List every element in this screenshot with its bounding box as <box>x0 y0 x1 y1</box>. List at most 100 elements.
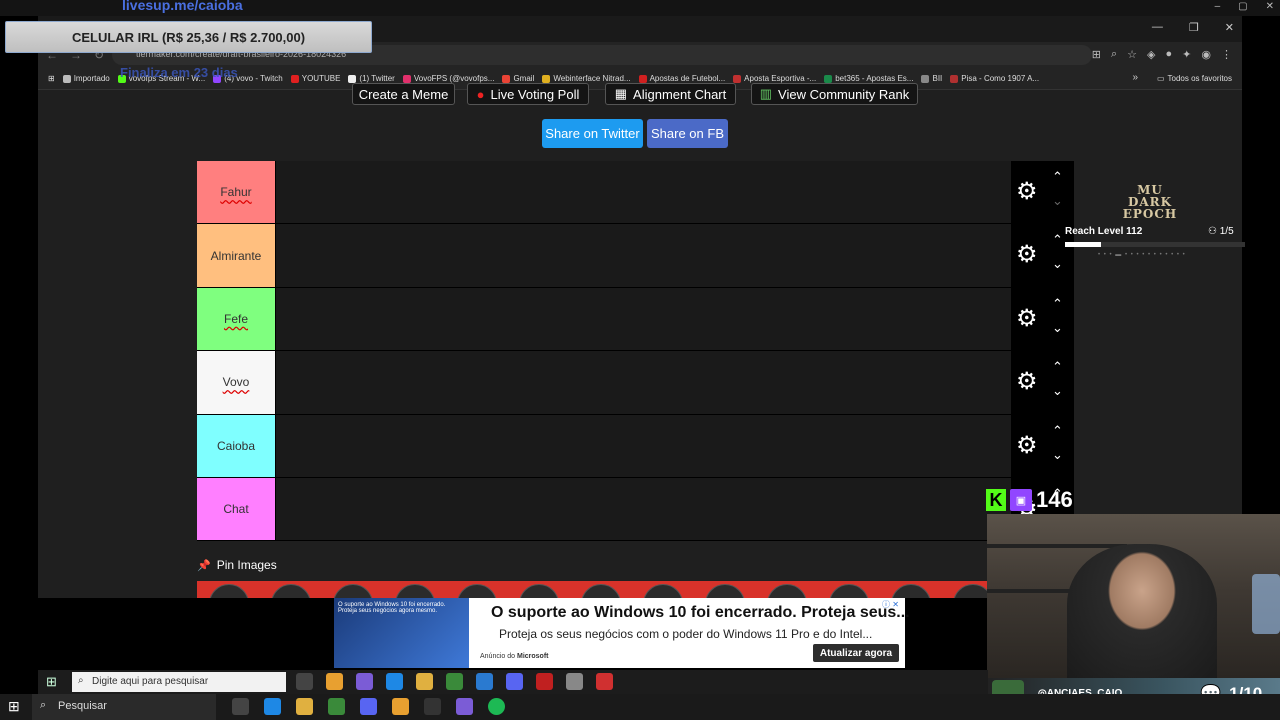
tier-drop-zone[interactable] <box>275 414 1011 477</box>
player-image[interactable] <box>395 584 435 598</box>
gear-icon[interactable]: ⚙ <box>1016 180 1038 204</box>
chevron-down-icon[interactable]: ⌄ <box>1052 256 1063 272</box>
player-image[interactable] <box>519 584 559 598</box>
player-image[interactable] <box>581 584 621 598</box>
bookmark-item[interactable]: Webinterface Nitrad... <box>542 74 631 83</box>
edge-icon[interactable] <box>386 673 403 690</box>
chevron-down-icon[interactable]: ⌄ <box>1052 193 1063 209</box>
chrome-icon[interactable] <box>392 698 409 715</box>
close-icon[interactable]: ✕ <box>1266 1 1274 12</box>
player-image[interactable] <box>705 584 745 598</box>
player-image[interactable] <box>829 584 869 598</box>
pin-images[interactable]: 📌 Pin Images <box>197 558 277 572</box>
minimize-icon[interactable]: — <box>1152 21 1163 34</box>
chevron-down-icon[interactable]: ⌄ <box>1052 383 1063 399</box>
task-view-icon[interactable] <box>296 673 313 690</box>
file-explorer-icon[interactable] <box>296 698 313 715</box>
player-image[interactable] <box>271 584 311 598</box>
tier-label[interactable]: Fefe <box>197 287 275 351</box>
puzzle-icon[interactable]: ✦ <box>1182 48 1191 61</box>
bookmark-item[interactable]: BII <box>921 74 942 83</box>
tier-label[interactable]: Chat <box>197 477 275 541</box>
copilot-icon[interactable] <box>356 673 373 690</box>
share-fb-button[interactable]: Share on FB <box>647 119 728 148</box>
tier-drop-zone[interactable] <box>275 477 1011 541</box>
gear-icon[interactable]: ⚙ <box>1016 370 1038 394</box>
windows-start-icon[interactable]: ⊞ <box>8 698 20 715</box>
windows-start-icon[interactable]: ⊞ <box>46 674 57 690</box>
community-rank-button[interactable]: ▥ View Community Rank <box>751 83 918 105</box>
task-view-icon[interactable] <box>232 698 249 715</box>
discord-icon[interactable] <box>506 673 523 690</box>
taskbar-search[interactable]: ⌕ Pesquisar <box>32 694 216 720</box>
maximize-icon[interactable]: ▢ <box>1238 1 1247 12</box>
extension-icon[interactable]: ● <box>1166 48 1173 61</box>
chevron-up-icon[interactable]: ⌃ <box>1052 232 1063 248</box>
player-image[interactable] <box>891 584 931 598</box>
minimize-icon[interactable]: – <box>1215 1 1221 12</box>
menu-icon[interactable]: ⋮ <box>1221 48 1232 61</box>
bookmark-item[interactable]: Gmail <box>502 74 534 83</box>
tier-drop-zone[interactable] <box>275 161 1011 224</box>
create-meme-button[interactable]: Create a Meme <box>352 83 455 105</box>
bookmark-item[interactable]: VovoFPS (@vovofps... <box>402 74 494 83</box>
bookmark-item[interactable]: (1) Twitter <box>348 74 395 83</box>
bookmark-item[interactable]: Apostas de Futebol... <box>638 74 725 83</box>
tier-drop-zone[interactable] <box>275 351 1011 414</box>
inner-search-box[interactable]: ⌕ Digite aqui para pesquisar <box>72 672 286 692</box>
bookmark-item[interactable]: YOUTUBE <box>290 74 340 83</box>
apps-icon[interactable]: ⊞ <box>48 74 55 83</box>
file-explorer-icon[interactable] <box>416 673 433 690</box>
extension-icon[interactable]: ◈ <box>1147 48 1155 61</box>
obs-icon[interactable] <box>424 698 441 715</box>
chevron-up-icon[interactable]: ⌃ <box>1052 423 1063 439</box>
chevron-down-icon[interactable]: ⌄ <box>1052 447 1063 463</box>
bookmark-item[interactable]: bet365 - Apostas Es... <box>824 74 913 83</box>
live-voting-button[interactable]: ● Live Voting Poll <box>467 83 589 105</box>
edge-icon[interactable] <box>264 698 281 715</box>
gear-icon[interactable]: ⚙ <box>1016 243 1038 267</box>
chevron-down-icon[interactable]: ⌄ <box>1052 320 1063 336</box>
store-icon[interactable] <box>328 698 345 715</box>
close-icon[interactable]: ✕ <box>1225 21 1234 34</box>
app-icon[interactable] <box>456 698 473 715</box>
store-icon[interactable] <box>446 673 463 690</box>
mail-icon[interactable] <box>476 673 493 690</box>
tier-drop-zone[interactable] <box>275 224 1011 287</box>
ad-cta-button[interactable]: Atualizar agora <box>813 644 899 662</box>
tier-label[interactable]: Caioba <box>197 414 275 477</box>
chrome-icon[interactable] <box>326 673 343 690</box>
discord-icon[interactable] <box>360 698 377 715</box>
app-icon[interactable] <box>596 673 613 690</box>
all-bookmarks[interactable]: ▭ Todos os favoritos <box>1157 74 1232 83</box>
ad-info-icon[interactable]: ⓘ ✕ <box>882 599 899 610</box>
bookmark-item[interactable]: Pisa - Como 1907 A... <box>950 74 1039 83</box>
star-icon[interactable]: ☆ <box>1127 48 1137 61</box>
restore-icon[interactable]: ❐ <box>1189 21 1199 34</box>
gear-icon[interactable]: ⚙ <box>1016 433 1038 457</box>
player-image[interactable] <box>209 584 249 598</box>
tier-label[interactable]: Almirante <box>197 224 275 287</box>
player-image[interactable] <box>457 584 497 598</box>
chevron-right-icon[interactable]: » <box>1132 72 1138 83</box>
tier-drop-zone[interactable] <box>275 287 1011 351</box>
bookmark-item[interactable]: Aposta Esportiva -... <box>733 74 816 83</box>
translate-icon[interactable]: ⊞ <box>1092 48 1101 61</box>
gear-icon[interactable]: ⚙ <box>1016 306 1038 330</box>
share-twitter-button[interactable]: Share on Twitter <box>542 119 643 148</box>
tier-label[interactable]: Vovo <box>197 351 275 414</box>
ad-banner[interactable]: O suporte ao Windows 10 foi encerrado. P… <box>334 598 910 668</box>
bookmark-item[interactable]: Importado <box>62 74 110 83</box>
chevron-up-icon[interactable]: ⌃ <box>1052 296 1063 312</box>
spotify-icon[interactable] <box>488 698 505 715</box>
app-icon[interactable] <box>536 673 553 690</box>
zoom-icon[interactable]: ⌕ <box>1111 48 1117 61</box>
profile-icon[interactable]: ◉ <box>1201 48 1211 61</box>
chevron-up-icon[interactable]: ⌃ <box>1052 359 1063 375</box>
shield-icon[interactable] <box>566 673 583 690</box>
player-image[interactable] <box>333 584 373 598</box>
player-image[interactable] <box>767 584 807 598</box>
player-image[interactable] <box>643 584 683 598</box>
tier-label[interactable]: Fahur <box>197 161 275 224</box>
chevron-up-icon[interactable]: ⌃ <box>1052 169 1063 185</box>
